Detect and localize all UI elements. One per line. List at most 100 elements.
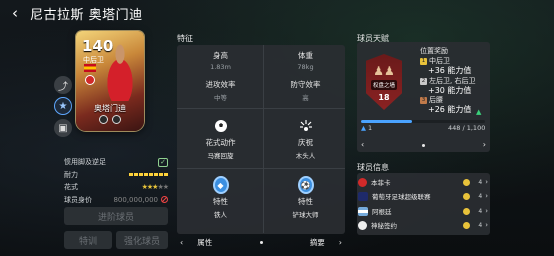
trait1-value: 铁人 <box>214 211 227 219</box>
attr-foot-row: 惯用脚及逆足 ✓ <box>64 156 168 169</box>
traits-divider-h2 <box>177 168 345 169</box>
attr-value-row: 球员身价 800,000,000 <box>64 194 168 207</box>
chevron-right-icon[interactable]: › <box>483 140 486 149</box>
info-league-name: 葡萄牙足球超级联赛 <box>372 193 431 201</box>
skill-stars: ★★★★★ <box>141 183 169 192</box>
signing-icon <box>358 220 367 230</box>
player-portrait <box>98 41 142 101</box>
info-signing-name: 神秘签约 <box>371 222 397 230</box>
trait2-label: 特性 <box>298 197 313 206</box>
talent-progress-level-text: 1 <box>368 124 373 132</box>
info-club-count: 4 <box>478 178 483 186</box>
badge-icon <box>112 115 121 124</box>
info-row-league[interactable]: 葡萄牙足球超级联赛 4 › <box>358 190 488 202</box>
link-icon <box>463 178 471 186</box>
trait-special-1[interactable]: ◆ 特性 铁人 <box>179 176 262 219</box>
favorite-star-icon[interactable]: ★ <box>54 97 72 115</box>
player-value-text: 800,000,000 <box>113 195 158 204</box>
info-row-signing[interactable]: 神秘签约 4 › <box>358 219 488 231</box>
bonus-val-3: +26 能力值 <box>428 105 472 114</box>
info-row-club[interactable]: 本菲卡 4 › <box>358 176 488 188</box>
info-nation-name: 阿根廷 <box>372 208 392 216</box>
rank-badge-2: 2 <box>420 77 427 85</box>
info-title: 球员信息 <box>357 163 389 172</box>
trait-weight-value: 78kg <box>297 63 314 71</box>
nation-flag-icon <box>84 64 96 72</box>
trait-height-value: 1.83m <box>210 63 231 71</box>
trait-attack-value: 中等 <box>214 94 227 102</box>
football-badge-icon: ⚽ <box>297 176 314 194</box>
attr-value-label: 球员身价 <box>64 195 92 204</box>
attr-skill-label: 花式 <box>64 183 78 192</box>
tab-attributes[interactable]: 属性 <box>197 237 212 248</box>
bonus-title: 位置奖励 <box>420 47 448 55</box>
football-icon <box>213 118 229 134</box>
traits-pager: ‹ 属性 摘要 › <box>177 236 345 248</box>
trait-attack-label: 进攻效率 <box>205 80 236 89</box>
player-progress-icon: ▲ <box>361 124 366 132</box>
upgrade-arrow-icon: ▲ <box>476 108 482 116</box>
page-title: 尼古拉斯 奥塔门迪 <box>30 7 143 23</box>
link-icon <box>463 192 471 200</box>
trait-weight: 体重 78kg <box>264 50 347 71</box>
chevron-right-icon[interactable]: › <box>339 238 342 247</box>
player-card[interactable]: 140 中后卫 奥塔门迪 <box>76 31 144 131</box>
trait-move-label: 花式动作 <box>205 138 236 147</box>
traits-title: 特征 <box>177 34 193 43</box>
trait-special-2[interactable]: ⚽ 特性 铲球大师 <box>264 176 347 219</box>
talent-level: 18 <box>378 93 390 102</box>
trait-skill-move[interactable]: 花式动作 马赛回旋 <box>179 118 262 160</box>
tab-summary[interactable]: 摘要 <box>310 237 325 248</box>
attribute-list: 惯用脚及逆足 ✓ 耐力 花式 ★★★★★ 球员身价 800,000,000 <box>64 156 169 207</box>
attr-stamina-row: 耐力 <box>64 169 168 182</box>
foot-icon: ✓ <box>158 157 168 167</box>
chevron-left-icon[interactable]: ‹ <box>180 238 183 247</box>
page-dot <box>422 144 425 147</box>
trait-weight-label: 体重 <box>298 51 313 60</box>
strengthen-button[interactable]: 强化球员 <box>116 231 168 249</box>
info-league-count: 4 <box>478 192 483 200</box>
info-nation-count: 4 <box>478 207 483 215</box>
attr-foot-label: 惯用脚及逆足 <box>64 158 106 167</box>
link-icon <box>463 221 471 229</box>
celebration-icon <box>298 118 314 134</box>
lock-icon[interactable]: ▣ <box>54 119 72 137</box>
trait-defense-value: 高 <box>302 94 309 102</box>
trait-celebrate-value: 木头人 <box>295 152 316 160</box>
trait-height-label: 身高 <box>213 51 228 60</box>
badge-icon <box>99 115 108 124</box>
share-icon[interactable]: ⤴ <box>54 76 72 94</box>
trait-celebrate-label: 庆祝 <box>298 138 313 147</box>
talent-pager: ‹ › <box>357 140 490 149</box>
trait-move-value: 马赛回旋 <box>207 152 234 160</box>
chevron-right-icon: › <box>485 207 488 215</box>
rank-badge-3: 3 <box>420 96 427 104</box>
chevron-right-icon: › <box>485 192 488 200</box>
page-dot <box>259 240 263 244</box>
trait-defense-label: 防守效率 <box>290 80 321 89</box>
card-player-name: 奥塔门迪 <box>94 104 126 113</box>
train-button[interactable]: 特训 <box>64 231 112 249</box>
chevron-right-icon: › <box>485 221 488 229</box>
chevron-left-icon[interactable]: ‹ <box>361 140 364 149</box>
trait-height: 身高 1.83m <box>179 50 262 71</box>
player-value: 800,000,000 <box>113 196 168 204</box>
top-bar: ‹ 尼古拉斯 奥塔门迪 <box>0 0 554 26</box>
promote-button[interactable]: 进阶球员 <box>64 207 168 225</box>
trait-defense: 防守效率 高 <box>264 79 347 102</box>
diamond-icon: ◆ <box>212 176 229 194</box>
stamina-bar <box>129 173 168 177</box>
club-icon <box>358 177 367 187</box>
back-icon[interactable]: ‹ <box>6 4 24 22</box>
argentina-flag-icon <box>358 206 368 216</box>
info-club-name: 本菲卡 <box>371 179 391 187</box>
players-icon: ♟♟ <box>373 64 395 78</box>
traits-divider-h1 <box>177 108 345 109</box>
talent-progress-text: 448 / 1,100 <box>448 124 486 132</box>
trait-celebration[interactable]: 庆祝 木头人 <box>264 118 347 160</box>
attr-skill-row: 花式 ★★★★★ <box>64 181 169 194</box>
bonus-val-1: +36 能力值 <box>428 66 472 75</box>
chevron-right-icon: › <box>485 178 488 186</box>
info-row-nation[interactable]: 阿根廷 4 › <box>358 205 488 217</box>
talent-progress-bar <box>361 120 485 123</box>
